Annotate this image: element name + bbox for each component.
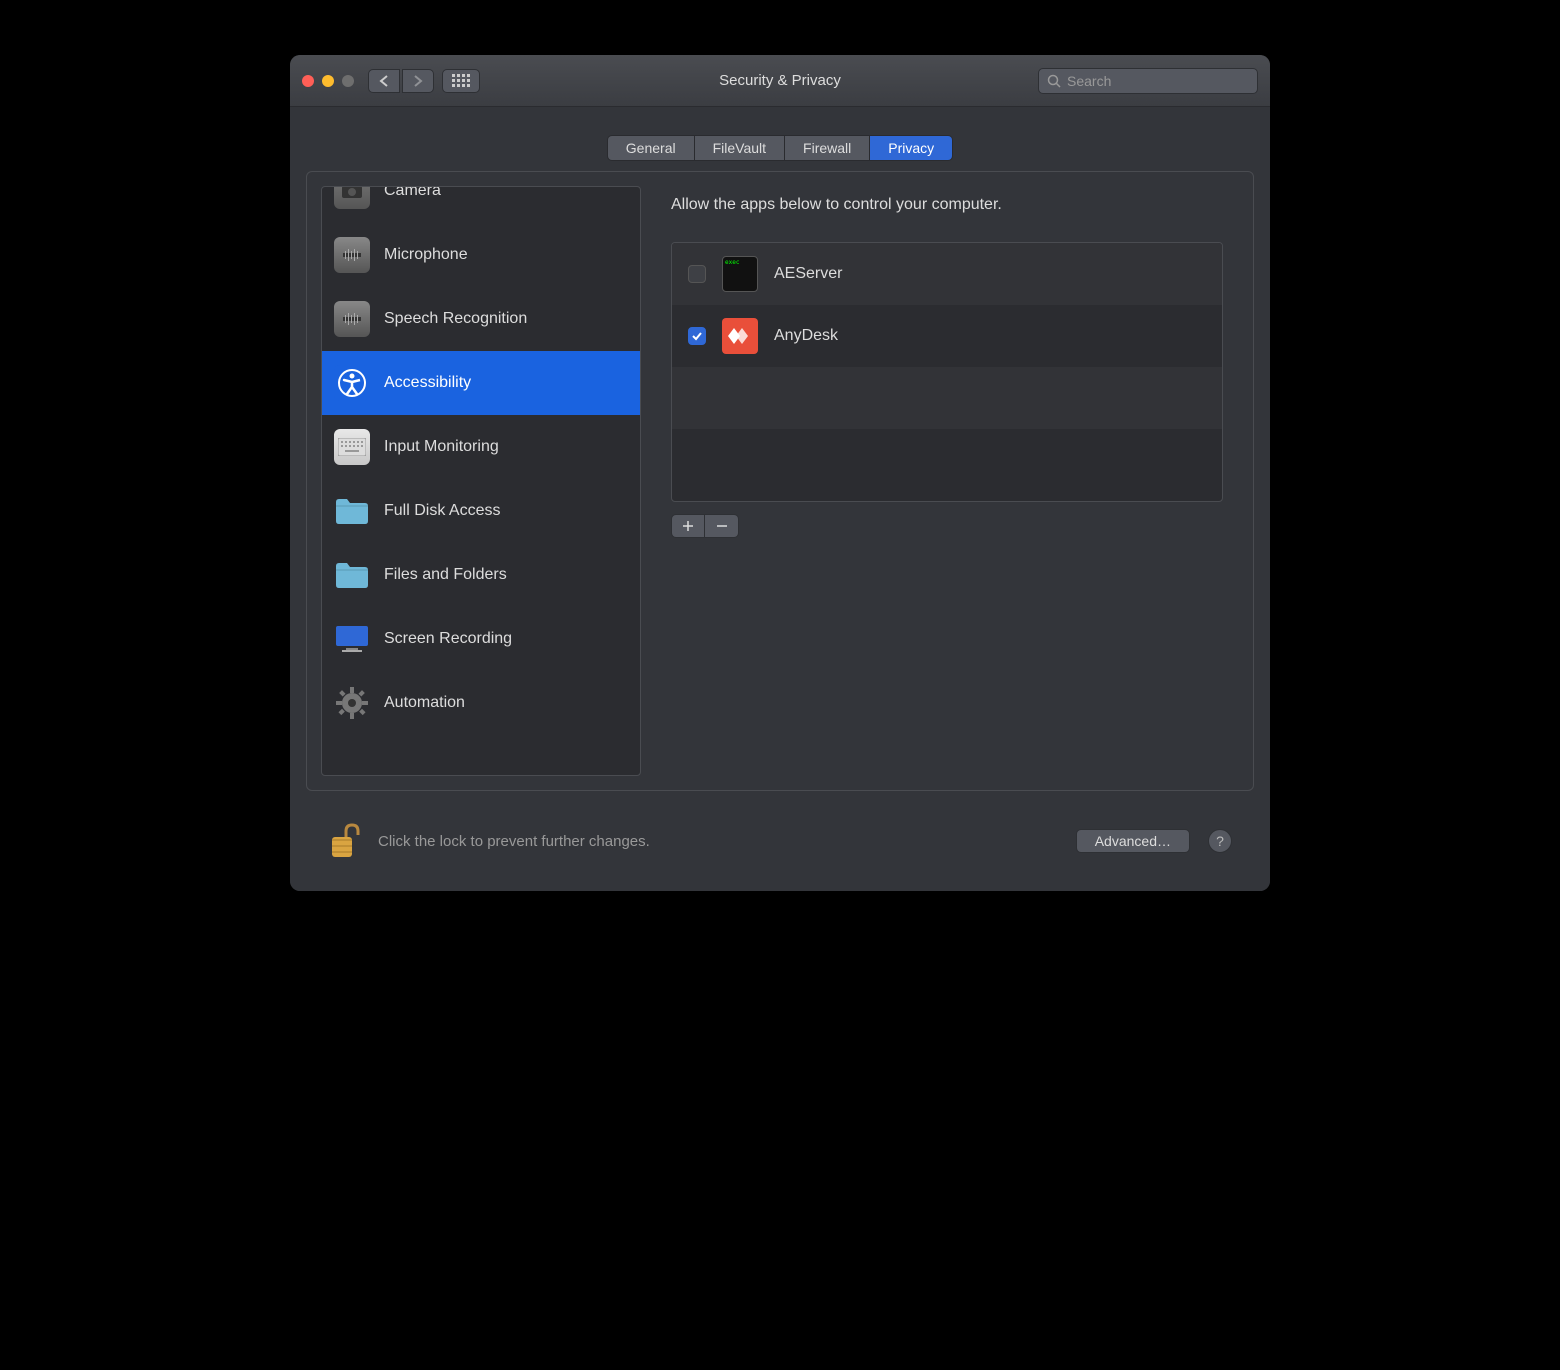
speech-icon bbox=[334, 301, 370, 337]
advanced-button[interactable]: Advanced… bbox=[1076, 829, 1190, 853]
folder-icon bbox=[334, 493, 370, 529]
microphone-icon bbox=[334, 237, 370, 273]
gear-icon bbox=[334, 685, 370, 721]
app-row-empty bbox=[672, 429, 1222, 491]
folder-icon bbox=[334, 557, 370, 593]
sidebar-item-full-disk-access[interactable]: Full Disk Access bbox=[322, 479, 640, 543]
lock-button[interactable] bbox=[328, 821, 360, 861]
footer: Click the lock to prevent further change… bbox=[306, 791, 1254, 891]
forward-button[interactable] bbox=[402, 69, 434, 93]
category-sidebar[interactable]: Camera Microphone Speech Recognition bbox=[321, 186, 641, 776]
sidebar-item-microphone[interactable]: Microphone bbox=[322, 223, 640, 287]
camera-icon bbox=[334, 186, 370, 209]
lock-hint-text: Click the lock to prevent further change… bbox=[378, 833, 1058, 850]
sidebar-item-input-monitoring[interactable]: Input Monitoring bbox=[322, 415, 640, 479]
close-window-button[interactable] bbox=[302, 75, 314, 87]
app-row[interactable]: AnyDesk bbox=[672, 305, 1222, 367]
unlocked-lock-icon bbox=[328, 821, 360, 861]
minus-icon bbox=[716, 520, 728, 532]
tab-filevault[interactable]: FileVault bbox=[695, 136, 785, 160]
app-name: AnyDesk bbox=[774, 327, 838, 345]
show-all-button[interactable] bbox=[442, 69, 480, 93]
search-icon bbox=[1047, 74, 1061, 88]
remove-app-button[interactable] bbox=[705, 514, 739, 538]
sidebar-item-label: Full Disk Access bbox=[384, 502, 500, 520]
preferences-window: Security & Privacy General FileVault Fir… bbox=[290, 55, 1270, 891]
sidebar-item-label: Automation bbox=[384, 694, 465, 712]
sidebar-item-label: Microphone bbox=[384, 246, 468, 264]
sidebar-item-camera[interactable]: Camera bbox=[322, 186, 640, 223]
app-name: AEServer bbox=[774, 265, 842, 283]
sidebar-item-label: Accessibility bbox=[384, 374, 471, 392]
app-list[interactable]: exec AEServer AnyDesk bbox=[671, 242, 1223, 502]
app-icon-aeserver: exec bbox=[722, 256, 758, 292]
app-icon-anydesk bbox=[722, 318, 758, 354]
app-checkbox[interactable] bbox=[688, 327, 706, 345]
privacy-panel: Camera Microphone Speech Recognition bbox=[306, 171, 1254, 791]
sidebar-item-accessibility[interactable]: Accessibility bbox=[322, 351, 640, 415]
tab-general[interactable]: General bbox=[608, 136, 695, 160]
detail-description: Allow the apps below to control your com… bbox=[671, 196, 1223, 214]
sidebar-item-automation[interactable]: Automation bbox=[322, 671, 640, 735]
display-icon bbox=[334, 621, 370, 657]
app-row-empty bbox=[672, 367, 1222, 429]
minimize-window-button[interactable] bbox=[322, 75, 334, 87]
nav-buttons bbox=[368, 69, 434, 93]
search-input[interactable] bbox=[1067, 73, 1249, 89]
grid-icon bbox=[452, 74, 470, 88]
back-button[interactable] bbox=[368, 69, 400, 93]
window-body: General FileVault Firewall Privacy Camer… bbox=[290, 107, 1270, 891]
app-checkbox[interactable] bbox=[688, 265, 706, 283]
window-controls bbox=[302, 75, 354, 87]
help-button[interactable]: ? bbox=[1208, 829, 1232, 853]
search-field[interactable] bbox=[1038, 68, 1258, 94]
sidebar-item-label: Input Monitoring bbox=[384, 438, 499, 456]
sidebar-item-label: Speech Recognition bbox=[384, 310, 527, 328]
sidebar-item-label: Camera bbox=[384, 186, 441, 200]
sidebar-item-screen-recording[interactable]: Screen Recording bbox=[322, 607, 640, 671]
sidebar-item-files-and-folders[interactable]: Files and Folders bbox=[322, 543, 640, 607]
sidebar-item-label: Files and Folders bbox=[384, 566, 507, 584]
keyboard-icon bbox=[334, 429, 370, 465]
sidebar-item-speech-recognition[interactable]: Speech Recognition bbox=[322, 287, 640, 351]
tab-privacy[interactable]: Privacy bbox=[870, 136, 952, 160]
sidebar-item-label: Screen Recording bbox=[384, 630, 512, 648]
titlebar: Security & Privacy bbox=[290, 55, 1270, 107]
tab-firewall[interactable]: Firewall bbox=[785, 136, 870, 160]
detail-pane: Allow the apps below to control your com… bbox=[655, 186, 1239, 776]
app-row[interactable]: exec AEServer bbox=[672, 243, 1222, 305]
zoom-window-button[interactable] bbox=[342, 75, 354, 87]
accessibility-icon bbox=[334, 365, 370, 401]
plus-icon bbox=[682, 520, 694, 532]
add-app-button[interactable] bbox=[671, 514, 705, 538]
list-edit-buttons bbox=[671, 514, 1223, 538]
tab-bar: General FileVault Firewall Privacy bbox=[306, 135, 1254, 161]
